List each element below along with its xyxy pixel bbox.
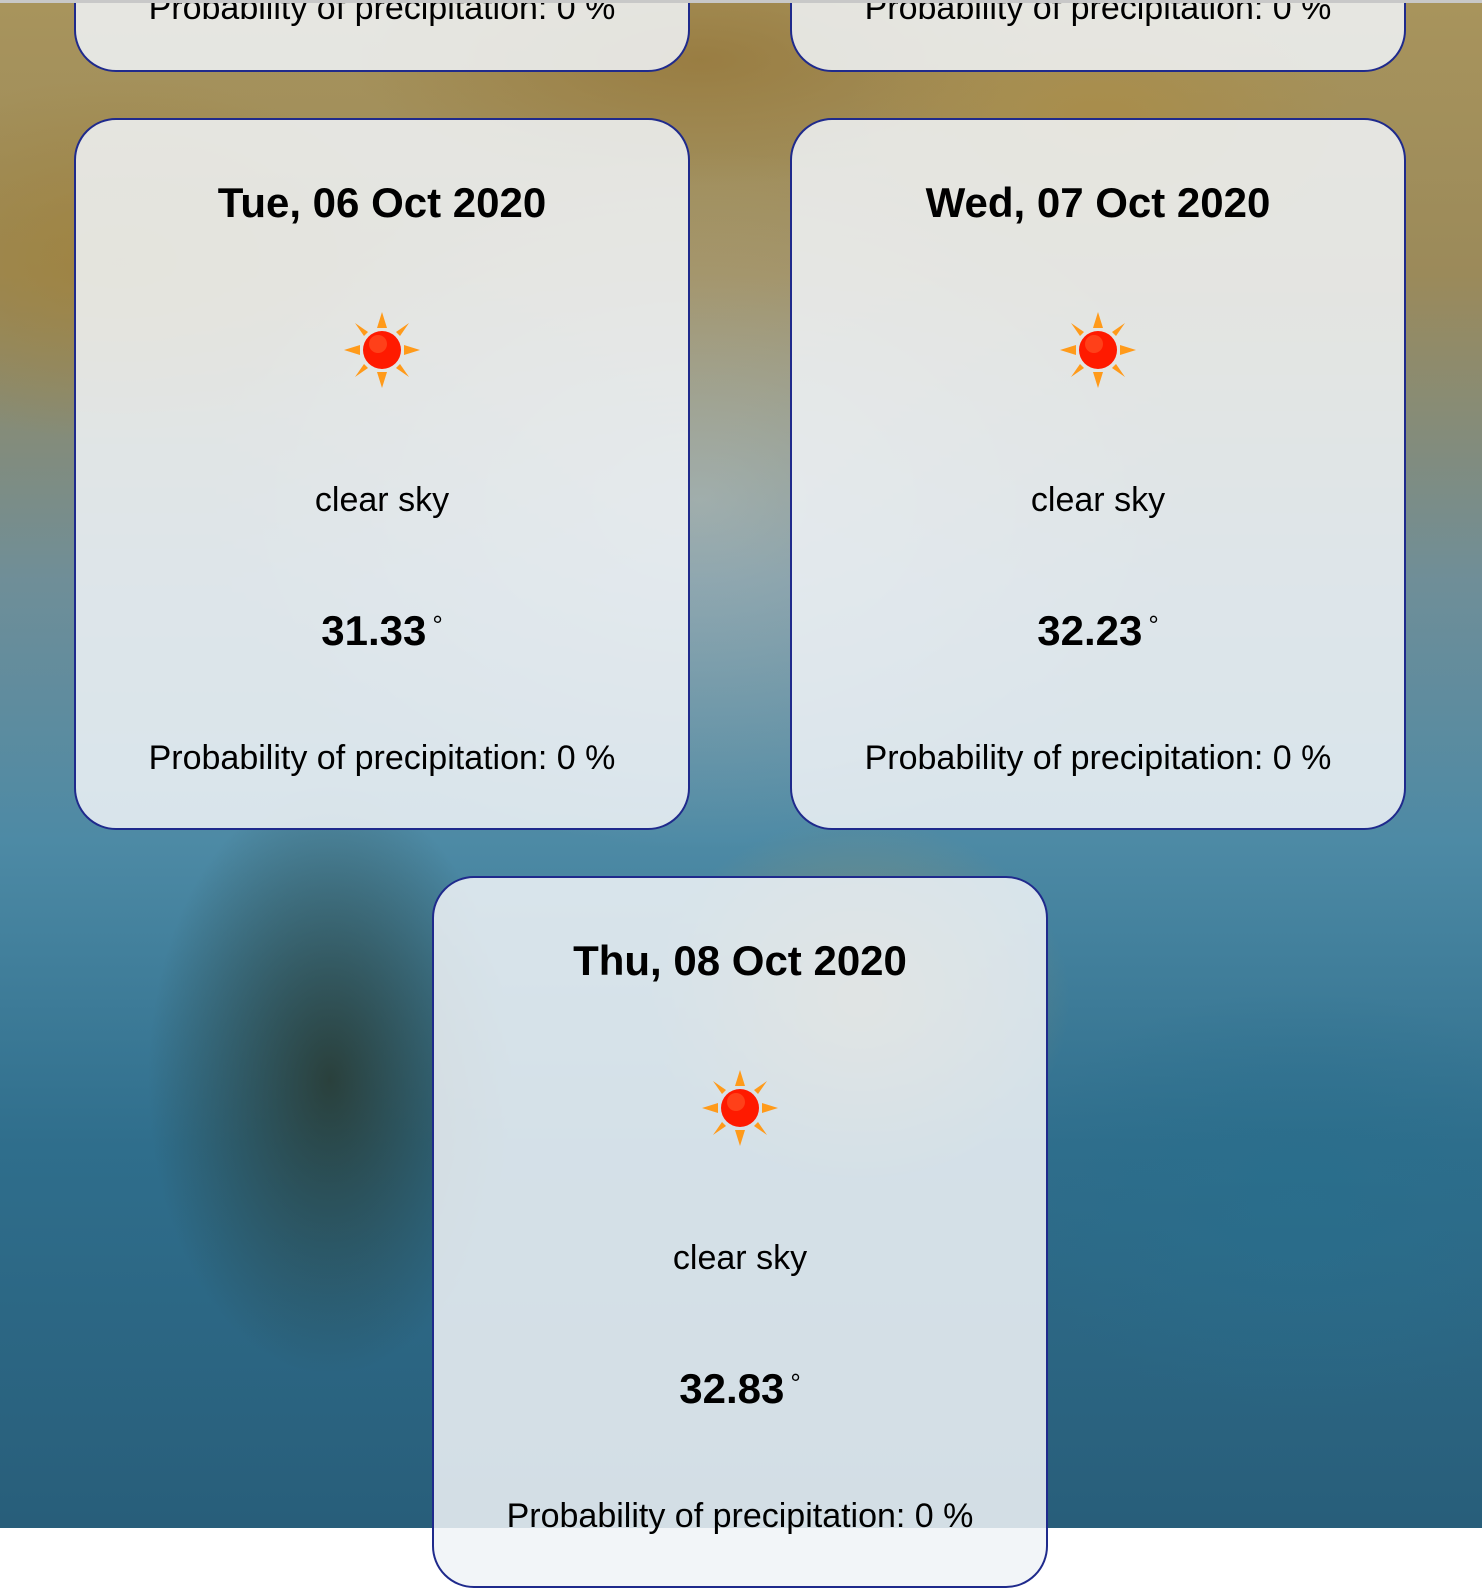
forecast-card-partial-right: Probability of precipitation: 0 %: [790, 0, 1406, 72]
window-top-border: [0, 0, 1482, 3]
weather-condition: clear sky: [672, 1239, 808, 1277]
precipitation-text: Probability of precipitation: 0 %: [864, 739, 1332, 777]
temperature: 31.33 °: [76, 606, 688, 656]
sun-icon: [1060, 312, 1136, 388]
forecast-date: Thu, 08 Oct 2020: [573, 937, 907, 984]
forecast-card-thu: Thu, 08 Oct 2020 clear sky 32.83 ° Probab…: [432, 876, 1048, 1588]
forecast-date: Wed, 07 Oct 2020: [925, 179, 1271, 226]
weather-condition: clear sky: [1030, 481, 1166, 519]
temperature-value: 32.83: [679, 1365, 785, 1412]
sun-icon: [702, 1070, 778, 1146]
degree-symbol: °: [432, 610, 443, 640]
temperature-value: 32.23: [1037, 607, 1143, 654]
precipitation-text: Probability of precipitation: 0 %: [864, 0, 1332, 27]
temperature-value: 31.33: [321, 607, 427, 654]
forecast-date: Tue, 06 Oct 2020: [217, 179, 547, 226]
weather-condition: clear sky: [314, 481, 450, 519]
precipitation-text: Probability of precipitation: 0 %: [148, 739, 616, 777]
forecast-card-wed: Wed, 07 Oct 2020 clear sky 32.23 ° Probab…: [790, 118, 1406, 830]
precipitation-text: Probability of precipitation: 0 %: [506, 1497, 974, 1535]
forecast-card-partial-left: Probability of precipitation: 0 %: [74, 0, 690, 72]
temperature: 32.83 °: [434, 1364, 1046, 1414]
degree-symbol: °: [790, 1368, 801, 1398]
degree-symbol: °: [1148, 610, 1159, 640]
sun-icon: [344, 312, 420, 388]
precipitation-text: Probability of precipitation: 0 %: [148, 0, 616, 27]
temperature: 32.23 °: [792, 606, 1404, 656]
forecast-card-tue: Tue, 06 Oct 2020 clear sky 31.33 ° Probab…: [74, 118, 690, 830]
